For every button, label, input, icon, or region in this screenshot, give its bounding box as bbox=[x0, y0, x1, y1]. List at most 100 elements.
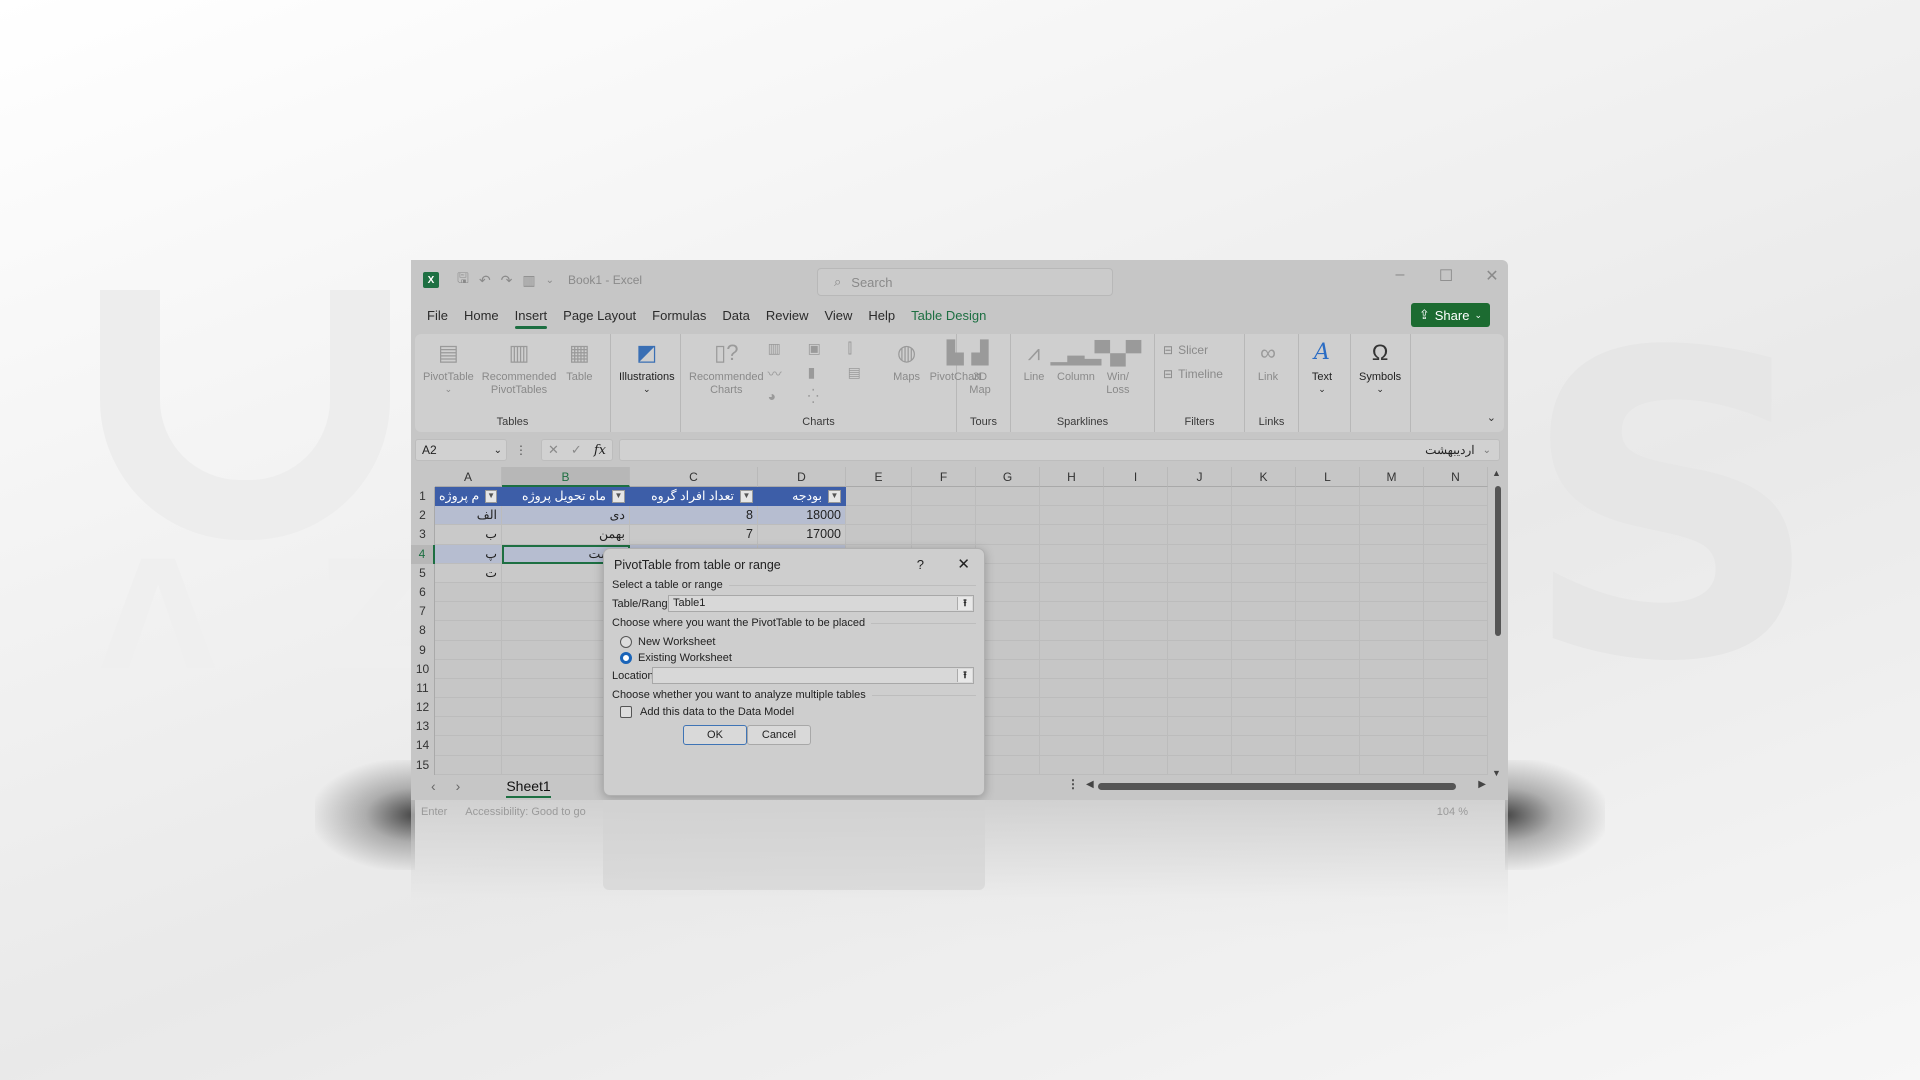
column-chart-icon[interactable]: ▥ bbox=[768, 340, 808, 364]
cell[interactable] bbox=[1232, 621, 1296, 641]
cell[interactable] bbox=[1168, 602, 1232, 622]
column-header[interactable]: B bbox=[502, 467, 630, 487]
row-header[interactable]: 1 bbox=[411, 487, 435, 507]
row-header[interactable]: 4 bbox=[411, 544, 435, 564]
cell[interactable] bbox=[1040, 678, 1104, 699]
cell[interactable] bbox=[1360, 736, 1424, 756]
cell[interactable] bbox=[1360, 659, 1424, 679]
cell[interactable] bbox=[1168, 506, 1232, 526]
cell[interactable] bbox=[1424, 563, 1488, 583]
cell[interactable] bbox=[435, 678, 502, 699]
cell[interactable] bbox=[1040, 640, 1104, 660]
tab-file[interactable]: File bbox=[427, 308, 448, 323]
cell[interactable] bbox=[976, 678, 1040, 699]
cell[interactable] bbox=[435, 659, 502, 679]
cell[interactable] bbox=[976, 717, 1040, 737]
row-header[interactable]: 10 bbox=[411, 659, 435, 679]
save-icon[interactable]: 🖫 bbox=[457, 268, 469, 292]
minimize-icon[interactable]: – bbox=[1392, 266, 1408, 286]
tab-formulas[interactable]: Formulas bbox=[652, 308, 706, 323]
accessibility-status[interactable]: Accessibility: Good to go bbox=[465, 806, 585, 818]
cell[interactable]: 17000 bbox=[758, 525, 846, 545]
sheet-tab[interactable]: Sheet1 bbox=[500, 778, 556, 798]
cell[interactable] bbox=[1360, 717, 1424, 737]
cell[interactable] bbox=[1232, 544, 1296, 564]
cell[interactable] bbox=[1104, 582, 1168, 603]
cell[interactable]: ت bbox=[435, 563, 502, 583]
cell[interactable] bbox=[1424, 640, 1488, 660]
tab-data[interactable]: Data bbox=[722, 308, 749, 323]
expand-formula-icon[interactable]: ⌄ bbox=[1483, 445, 1491, 456]
column-header[interactable]: J bbox=[1168, 467, 1232, 487]
cell[interactable] bbox=[435, 698, 502, 718]
checkbox[interactable] bbox=[620, 706, 632, 718]
column-header[interactable]: I bbox=[1104, 467, 1168, 487]
cell[interactable] bbox=[1232, 563, 1296, 583]
cell[interactable] bbox=[1104, 621, 1168, 641]
cell[interactable] bbox=[1424, 621, 1488, 641]
cell[interactable]: 8 bbox=[630, 506, 758, 526]
row-header[interactable]: 11 bbox=[411, 678, 435, 699]
formula-input[interactable]: اردیبهشت ⌄ bbox=[619, 439, 1500, 461]
cell[interactable]: پ bbox=[435, 544, 502, 564]
radio-button-selected[interactable] bbox=[620, 652, 632, 664]
table-header-cell[interactable]: تعداد افراد گروه ▼ bbox=[630, 487, 758, 507]
symbols-button[interactable]: Ω Symbols ⌄ bbox=[1355, 338, 1405, 432]
cell[interactable] bbox=[1040, 736, 1104, 756]
insert-function-icon[interactable]: fx bbox=[594, 443, 606, 458]
scatter-chart-icon[interactable]: ⁛ bbox=[808, 388, 848, 412]
cell[interactable] bbox=[1168, 678, 1232, 699]
cell[interactable] bbox=[1040, 525, 1104, 545]
cell[interactable] bbox=[1168, 621, 1232, 641]
column-header[interactable]: L bbox=[1296, 467, 1360, 487]
cell[interactable] bbox=[1424, 602, 1488, 622]
cell[interactable] bbox=[1168, 717, 1232, 737]
cell[interactable] bbox=[912, 487, 976, 507]
scroll-right-icon[interactable]: ▶ bbox=[1478, 779, 1486, 790]
text-button[interactable]: A Text ⌄ bbox=[1303, 338, 1341, 432]
cell[interactable] bbox=[1424, 487, 1488, 507]
cell[interactable] bbox=[1104, 544, 1168, 564]
cell[interactable] bbox=[846, 506, 912, 526]
cell[interactable] bbox=[976, 602, 1040, 622]
horizontal-scroll-thumb[interactable] bbox=[1098, 783, 1456, 790]
line-chart-icon[interactable]: 〰 bbox=[768, 364, 808, 388]
cell[interactable] bbox=[976, 736, 1040, 756]
radio-existing-worksheet[interactable]: Existing Worksheet bbox=[620, 652, 732, 664]
column-header[interactable]: D bbox=[758, 467, 846, 487]
cell[interactable] bbox=[435, 602, 502, 622]
share-button[interactable]: ⇪ Share ⌄ bbox=[1410, 303, 1490, 327]
cell[interactable] bbox=[1296, 563, 1360, 583]
pie-chart-icon[interactable]: ◕ bbox=[768, 388, 808, 412]
cell[interactable] bbox=[1168, 736, 1232, 756]
cell[interactable] bbox=[976, 640, 1040, 660]
close-icon[interactable]: ✕ bbox=[957, 555, 970, 573]
row-header[interactable]: 9 bbox=[411, 640, 435, 660]
vertical-scroll-thumb[interactable] bbox=[1495, 486, 1501, 636]
tab-home[interactable]: Home bbox=[464, 308, 499, 323]
cell[interactable] bbox=[1104, 678, 1168, 699]
cell[interactable] bbox=[1104, 659, 1168, 679]
filter-dropdown-icon[interactable]: ▼ bbox=[828, 489, 841, 503]
cell[interactable] bbox=[1424, 659, 1488, 679]
cell[interactable] bbox=[1360, 640, 1424, 660]
tab-view[interactable]: View bbox=[824, 308, 852, 323]
column-header[interactable]: A bbox=[435, 467, 502, 487]
cell[interactable] bbox=[1296, 602, 1360, 622]
cell[interactable] bbox=[1040, 563, 1104, 583]
sheet-prev-icon[interactable]: ‹ bbox=[431, 778, 436, 794]
cell[interactable] bbox=[1360, 563, 1424, 583]
cell[interactable] bbox=[976, 582, 1040, 603]
statistic-chart-icon[interactable]: ▮ bbox=[808, 364, 848, 388]
cell[interactable] bbox=[1168, 563, 1232, 583]
illustrations-button[interactable]: ◩ Illustrations ⌄ bbox=[615, 338, 679, 432]
confirm-formula-icon[interactable]: ✓ bbox=[571, 442, 582, 458]
cell[interactable] bbox=[1104, 698, 1168, 718]
cell[interactable] bbox=[1104, 736, 1168, 756]
row-header[interactable]: 7 bbox=[411, 602, 435, 622]
cell[interactable] bbox=[1168, 659, 1232, 679]
cell[interactable] bbox=[1232, 602, 1296, 622]
cell[interactable]: بهمن bbox=[502, 525, 630, 545]
cell[interactable] bbox=[1360, 698, 1424, 718]
cell[interactable] bbox=[1040, 698, 1104, 718]
